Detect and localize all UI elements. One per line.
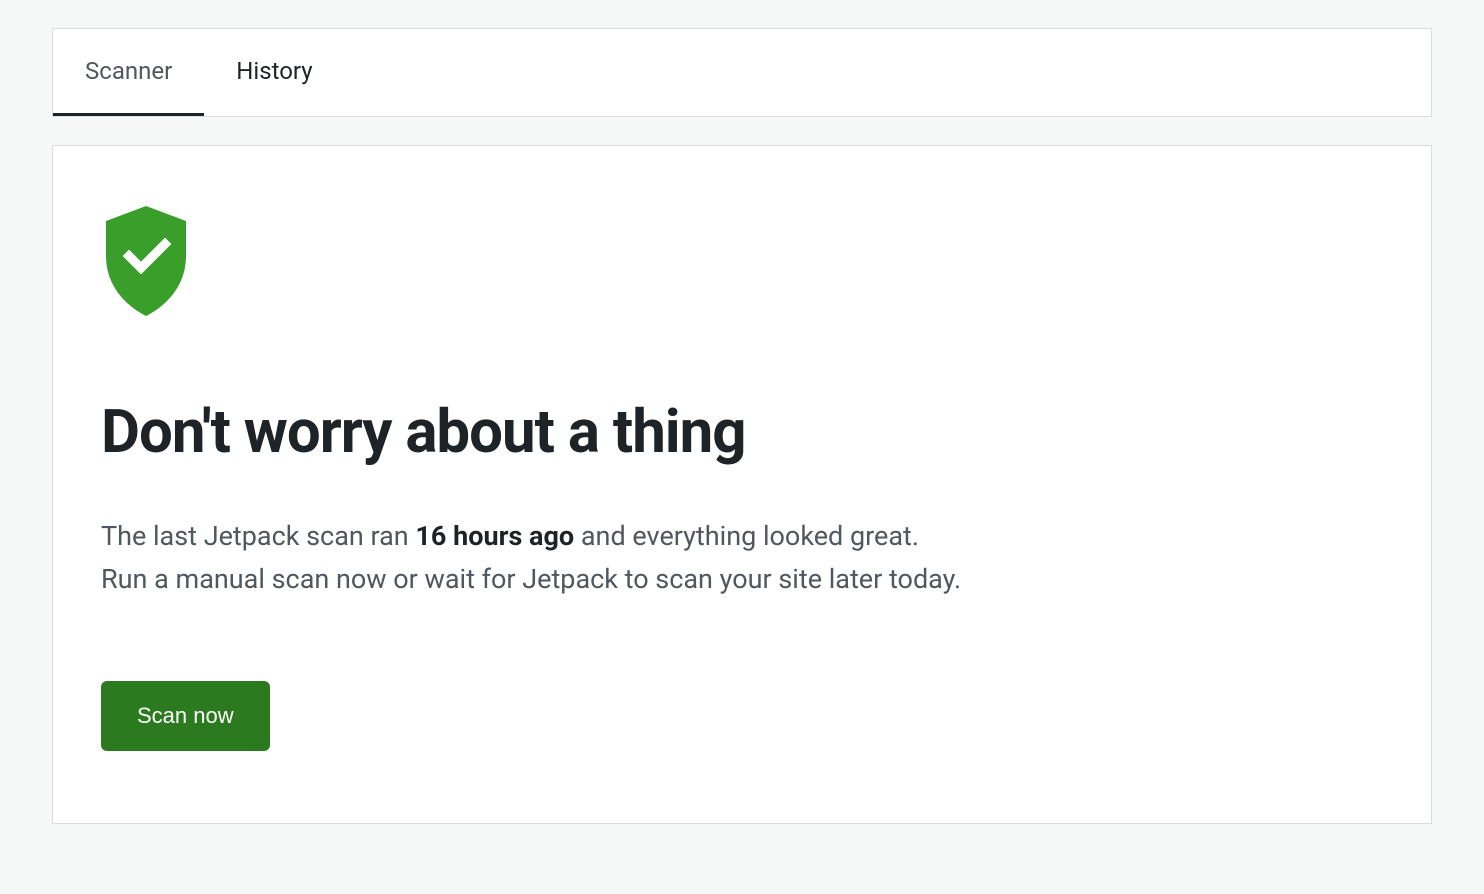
tabs-bar: Scanner History xyxy=(52,28,1432,117)
status-description: The last Jetpack scan ran 16 hours ago a… xyxy=(101,515,1383,601)
tab-scanner[interactable]: Scanner xyxy=(53,29,204,116)
last-scan-time: 16 hours ago xyxy=(415,520,574,552)
description-line2: Run a manual scan now or wait for Jetpac… xyxy=(101,563,961,595)
description-prefix: The last Jetpack scan ran xyxy=(101,520,415,552)
description-middle: and everything looked great. xyxy=(574,520,919,552)
status-headline: Don't worry about a thing xyxy=(101,396,1383,467)
tab-history[interactable]: History xyxy=(204,29,344,116)
scan-status-card: Don't worry about a thing The last Jetpa… xyxy=(52,145,1432,824)
shield-check-icon xyxy=(101,206,191,316)
scan-now-button[interactable]: Scan now xyxy=(101,681,270,751)
